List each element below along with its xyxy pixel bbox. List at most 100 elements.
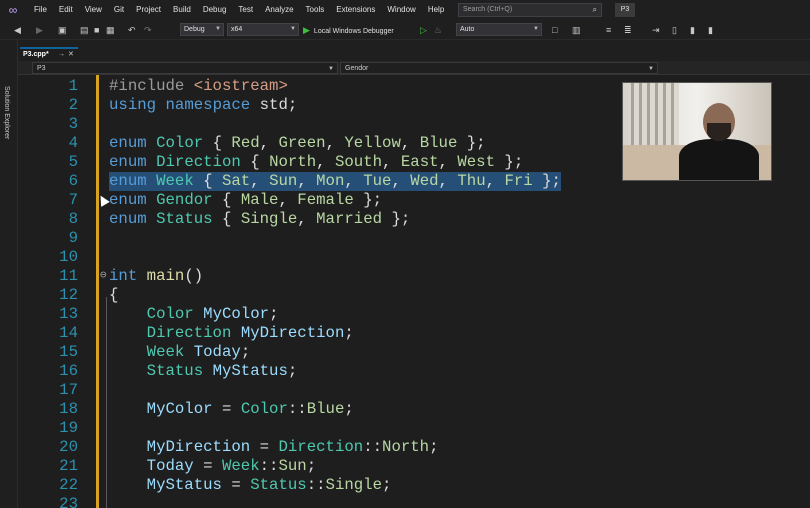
diagnostics-icon[interactable]: □ — [552, 23, 557, 37]
undo-icon[interactable]: ↶ — [128, 23, 136, 37]
code-text: enum Week { Sat, Sun, Mon, Tue, Wed, Thu… — [109, 172, 561, 191]
code-token: std; — [250, 96, 298, 114]
standard-toolbar: ◀ ▶ ▣ ▤ ■ ▦ ↶ ↷ Debug ▼ x64 ▼ ▶ Local Win… — [0, 20, 810, 40]
pin-icon[interactable]: → — [58, 49, 65, 60]
code-line[interactable]: 8 enum Status { Single, Married }; — [18, 210, 810, 229]
menu-file[interactable]: File — [28, 0, 53, 20]
code-token: { — [212, 191, 241, 209]
save-icon[interactable]: ■ — [94, 23, 99, 37]
code-line[interactable]: 15 Week Today; — [18, 343, 810, 362]
navigate-back-icon[interactable]: ◀ — [14, 23, 21, 37]
code-line[interactable]: 18 MyColor = Color::Blue; — [18, 400, 810, 419]
code-token: , — [485, 172, 505, 190]
code-text: Today = Week::Sun; — [109, 457, 316, 476]
code-text: MyStatus = Status::Single; — [109, 476, 392, 495]
line-number: 20 — [59, 438, 78, 456]
code-line[interactable]: 14 Direction MyDirection; — [18, 324, 810, 343]
code-token: ; — [287, 362, 298, 380]
uncomment-icon[interactable]: ≣ — [624, 23, 632, 37]
code-token: South — [334, 153, 383, 171]
comment-icon[interactable]: ≡ — [606, 23, 611, 37]
menu-project[interactable]: Project — [130, 0, 167, 20]
close-icon[interactable]: ✕ — [68, 49, 74, 60]
code-line[interactable]: 7 enum Gendor { Male, Female }; — [18, 191, 810, 210]
code-token: enum — [109, 153, 147, 171]
code-token: }; — [457, 134, 486, 152]
code-line[interactable]: 12 { — [18, 286, 810, 305]
code-token: () — [184, 267, 204, 285]
prev-bookmark-icon[interactable]: ▮ — [708, 23, 713, 37]
menu-test[interactable]: Test — [232, 0, 259, 20]
scope-value: Gendor — [345, 65, 369, 72]
menu-tools[interactable]: Tools — [300, 0, 331, 20]
indent-icon[interactable]: ⇥ — [652, 23, 660, 37]
save-all-icon[interactable]: ▦ — [106, 23, 115, 37]
line-number: 5 — [68, 153, 78, 171]
code-token: Sun — [269, 172, 298, 190]
next-bookmark-icon[interactable]: ▮ — [690, 23, 695, 37]
platform-dropdown[interactable]: x64 ▼ — [227, 23, 299, 36]
solution-explorer-strip[interactable]: Solution Explorer — [0, 40, 18, 508]
code-line[interactable]: 17 — [18, 381, 810, 400]
code-token: , — [278, 191, 298, 209]
code-token: Direction — [278, 438, 364, 456]
code-token: { — [240, 153, 270, 171]
code-line[interactable]: 16 Status MyStatus; — [18, 362, 810, 381]
mode-dropdown[interactable]: Auto ▼ — [456, 23, 542, 36]
search-icon: ⌕ — [592, 5, 597, 14]
menu-git[interactable]: Git — [108, 0, 130, 20]
code-line[interactable]: 19 — [18, 419, 810, 438]
code-line[interactable]: 20 MyDirection = Direction::North; — [18, 438, 810, 457]
solution-explorer-tab[interactable]: Solution Explorer — [3, 86, 10, 139]
mode-value: Auto — [460, 26, 475, 33]
line-number: 19 — [59, 419, 78, 437]
redo-icon[interactable]: ↷ — [144, 23, 152, 37]
new-project-icon[interactable]: ▣ — [58, 23, 67, 37]
code-text: enum Gendor { Male, Female }; — [109, 191, 382, 210]
hot-reload-icon[interactable]: ♨ — [434, 23, 442, 37]
code-line[interactable]: 9 — [18, 229, 810, 248]
scope-dropdown[interactable]: Gendor ▼ — [340, 62, 658, 74]
code-token: , — [297, 210, 317, 228]
code-token: }; — [382, 210, 411, 228]
play-icon: ▶ — [303, 25, 310, 35]
code-token: enum — [109, 210, 147, 228]
code-line[interactable]: 23 — [18, 495, 810, 508]
menu-debug[interactable]: Debug — [197, 0, 233, 20]
code-token: MyDirection — [240, 324, 345, 342]
window-layout-icon[interactable]: ▥ — [572, 23, 581, 37]
code-token: Thu — [457, 172, 486, 190]
search-input[interactable]: Search (Ctrl+Q) ⌕ — [458, 3, 602, 17]
menu-help[interactable]: Help — [422, 0, 450, 20]
line-number: 23 — [59, 495, 78, 508]
line-number: 17 — [59, 381, 78, 399]
code-line[interactable]: 11 ⊖ int main() — [18, 267, 810, 286]
menu-extensions[interactable]: Extensions — [330, 0, 381, 20]
menu-window[interactable]: Window — [381, 0, 421, 20]
configuration-dropdown[interactable]: Debug ▼ — [180, 23, 224, 36]
code-line[interactable]: 21 Today = Week::Sun; — [18, 457, 810, 476]
solution-name-badge[interactable]: P3 — [615, 3, 635, 17]
line-number: 21 — [59, 457, 78, 475]
menu-analyze[interactable]: Analyze — [259, 0, 299, 20]
code-token: ; — [240, 343, 251, 361]
bookmark-icon[interactable]: ▯ — [672, 23, 677, 37]
code-token: #include — [109, 77, 194, 95]
tab-p3-cpp[interactable]: P3.cpp* → ✕ — [20, 47, 78, 61]
start-debugger-button[interactable]: ▶ Local Windows Debugger — [303, 23, 394, 37]
navigate-forward-icon[interactable]: ▶ — [36, 23, 43, 37]
code-line[interactable]: 10 — [18, 248, 810, 267]
menu-edit[interactable]: Edit — [53, 0, 79, 20]
menu-build[interactable]: Build — [167, 0, 197, 20]
code-token: Sat — [221, 172, 251, 190]
menu-view[interactable]: View — [79, 0, 108, 20]
start-without-debugging-icon[interactable]: ▷ — [420, 23, 427, 37]
visual-studio-logo-icon: ∞ — [8, 3, 18, 17]
open-file-icon[interactable]: ▤ — [80, 23, 89, 37]
collapse-icon[interactable]: ⊖ — [100, 267, 107, 286]
project-dropdown[interactable]: P3 ▼ — [32, 62, 338, 74]
code-line[interactable]: 13 Color MyColor; — [18, 305, 810, 324]
code-line[interactable]: 22 MyStatus = Status::Single; — [18, 476, 810, 495]
